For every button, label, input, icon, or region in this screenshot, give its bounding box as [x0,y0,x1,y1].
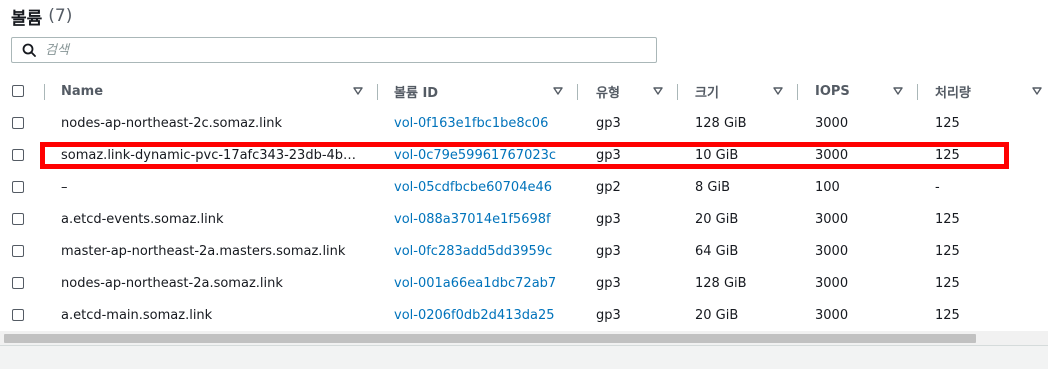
sort-caret-down-icon[interactable] [893,86,903,96]
volume-id-link[interactable]: vol-0c79e59961767023c [394,139,556,171]
volume-iops: 3000 [815,275,849,291]
volume-name: a.etcd-events.somaz.link [61,211,224,227]
search-box[interactable] [11,37,657,63]
volume-type: gp3 [596,115,621,131]
table-footer [0,345,1048,369]
column-header-name[interactable]: Name [61,75,103,107]
column-header-size[interactable]: 크기 [695,75,719,107]
row-checkbox[interactable] [12,149,24,161]
sort-caret-down-icon[interactable] [353,86,363,96]
horizontal-scrollbar-thumb[interactable] [4,334,976,343]
volume-throughput: 125 [935,275,960,291]
volume-throughput: 125 [935,147,960,163]
volume-type: gp3 [596,211,621,227]
volume-throughput: - [935,179,940,195]
volume-iops: 3000 [815,147,849,163]
volume-size: 20 GiB [695,307,739,323]
volume-id-link[interactable]: vol-0fc283add5dd3959c [394,235,552,267]
volume-name: a.etcd-main.somaz.link [61,307,213,323]
table-row[interactable]: – vol-05cdfbcbe60704e46 gp2 8 GiB 100 - [0,171,1048,204]
column-resizer[interactable] [377,84,378,100]
volume-size: 8 GiB [695,179,731,195]
table-row[interactable]: a.etcd-main.somaz.link vol-0206f0db2d413… [0,299,1048,332]
volume-iops: 3000 [815,243,849,259]
volume-count: (7) [48,6,73,26]
column-header-volume-id[interactable]: 볼륨 ID [394,75,438,107]
search-icon [22,43,36,57]
volume-id-link[interactable]: vol-05cdfbcbe60704e46 [394,171,552,203]
row-checkbox[interactable] [12,117,24,129]
volume-id-link[interactable]: vol-001a66ea1dbc72ab7 [394,267,556,299]
volume-throughput: 125 [935,307,960,323]
sort-caret-down-icon[interactable] [553,86,563,96]
row-checkbox[interactable] [12,277,24,289]
volume-iops: 100 [815,179,840,195]
table-header-row: Name 볼륨 ID 유형 크기 IOPS 처리량 [0,75,1048,108]
sort-caret-down-icon[interactable] [773,86,783,96]
volume-type: gp3 [596,147,621,163]
row-checkbox[interactable] [12,245,24,257]
row-checkbox[interactable] [12,181,24,193]
volume-name: nodes-ap-northeast-2a.somaz.link [61,275,283,291]
table-row[interactable]: somaz.link-dynamic-pvc-17afc343-23db-4b…… [0,139,1048,172]
column-resizer[interactable] [917,84,918,100]
table-row[interactable]: nodes-ap-northeast-2c.somaz.link vol-0f1… [0,107,1048,140]
volume-size: 64 GiB [695,243,739,259]
volume-type: gp3 [596,243,621,259]
volume-size: 20 GiB [695,211,739,227]
column-resizer[interactable] [577,84,578,100]
volume-name: nodes-ap-northeast-2c.somaz.link [61,115,283,131]
volume-id-link[interactable]: vol-0206f0db2d413da25 [394,299,554,331]
page-header: 볼륨 (7) [11,4,73,29]
row-checkbox[interactable] [12,213,24,225]
row-checkbox[interactable] [12,309,24,321]
volume-throughput: 125 [935,115,960,131]
sort-caret-down-icon[interactable] [1032,86,1042,96]
volume-iops: 3000 [815,307,849,323]
volume-iops: 3000 [815,211,849,227]
column-resizer[interactable] [797,84,798,100]
table-row[interactable]: master-ap-northeast-2a.masters.somaz.lin… [0,235,1048,268]
volume-name: somaz.link-dynamic-pvc-17afc343-23db-4b… [61,147,357,163]
volume-size: 128 GiB [695,115,747,131]
volume-id-link[interactable]: vol-0f163e1fbc1be8c06 [394,107,548,139]
volume-throughput: 125 [935,211,960,227]
table-row[interactable]: a.etcd-events.somaz.link vol-088a37014e1… [0,203,1048,236]
select-all-cell[interactable] [12,75,24,107]
volume-iops: 3000 [815,115,849,131]
search-input[interactable] [45,42,625,58]
column-resizer[interactable] [677,84,678,100]
column-header-type[interactable]: 유형 [596,75,620,107]
column-divider [44,84,45,100]
volume-size: 10 GiB [695,147,739,163]
volume-throughput: 125 [935,243,960,259]
select-all-checkbox[interactable] [12,85,24,97]
volume-id-link[interactable]: vol-088a37014e1f5698f [394,203,551,235]
column-header-throughput[interactable]: 처리량 [935,75,971,107]
sort-caret-down-icon[interactable] [653,86,663,96]
volume-type: gp3 [596,275,621,291]
page-title: 볼륨 [11,8,43,29]
volume-name: – [61,179,68,195]
table-row[interactable]: nodes-ap-northeast-2a.somaz.link vol-001… [0,267,1048,300]
volume-size: 128 GiB [695,275,747,291]
volume-type: gp2 [596,179,621,195]
volume-name: master-ap-northeast-2a.masters.somaz.lin… [61,243,346,259]
volume-type: gp3 [596,307,621,323]
column-header-iops[interactable]: IOPS [815,75,850,107]
